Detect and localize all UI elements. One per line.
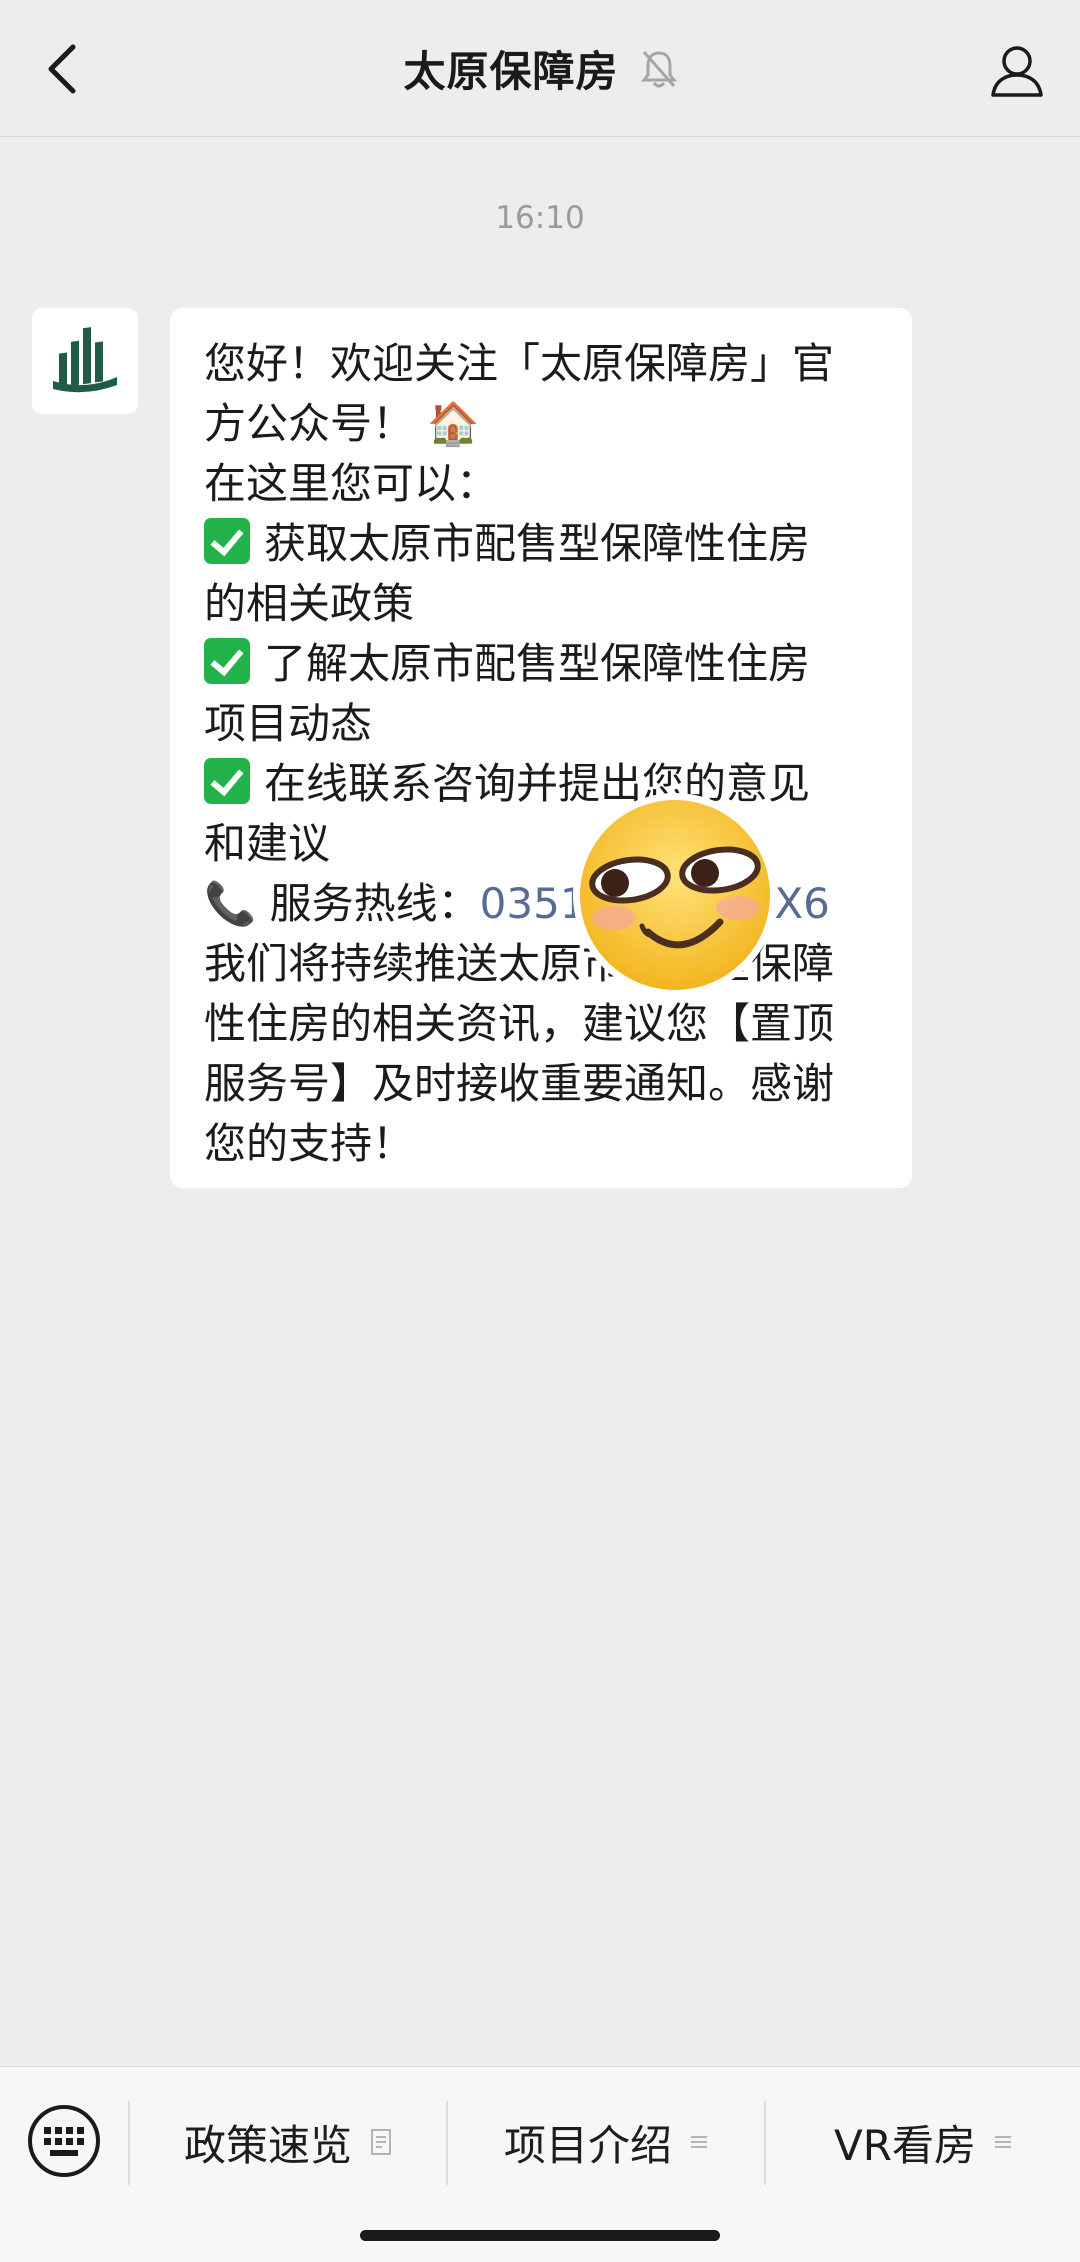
keyboard-toggle-button[interactable] [26,2103,102,2179]
person-icon [991,46,1043,97]
message-line: 了解太原市配售型保障性住房 [204,634,882,694]
message-text: 服务热线： [269,879,480,928]
bell-muted-icon [640,49,677,89]
check-mark-icon [204,758,250,804]
message-line: 您好！欢迎关注「太原保障房」官 [204,339,835,388]
message-text: 了解太原市配售型保障性住房 [264,639,811,688]
phone-emoji: 📞 [204,879,257,928]
message-text: 获取太原市配售型保障性住房 [264,519,811,568]
menu-item-policy[interactable]: 政策速览 [130,2087,446,2197]
submenu-lines-icon [690,2134,708,2150]
message-bubble: 您好！欢迎关注「太原保障房」官 方公众号！ 🏠 在这里您可以： 获取太原市配售型… [170,308,912,1188]
message-line: 服务号】及时接收重要通知。感谢 [204,1059,835,1108]
submenu-lines-icon [994,2134,1012,2150]
home-indicator[interactable] [360,2230,720,2241]
menu-item-vr[interactable]: VR看房 [766,2087,1080,2197]
keyboard-icon [28,2105,100,2177]
message-timestamp: 16:10 [495,200,585,236]
message-line: 项目动态 [204,699,373,748]
building-logo-icon [53,327,117,393]
menu-item-label: VR看房 [834,2120,976,2170]
message-line: 的相关政策 [204,579,415,628]
message-line: 方公众号！ 🏠 [204,394,882,454]
message-line: 您的支持！ [204,1119,415,1168]
message-line: 在线联系咨询并提出您的意见 [204,754,882,814]
smirk-face-sticker-icon [573,793,777,997]
message-line: 性住房的相关资讯，建议您【置顶 [204,999,835,1048]
menu-item-label: 政策速览 [183,2120,352,2170]
message-line: 和建议 [204,819,331,868]
page-title: 太原保障房 [403,47,619,96]
message-line: 我们将持续推送太原市配售型保障 [204,939,835,988]
profile-button[interactable] [982,36,1052,106]
chat-header: 太原保障房 [0,0,1080,137]
account-avatar[interactable] [32,308,138,414]
message-line: 📞 服务热线：0351-XXXXXXX6 [204,874,882,934]
check-mark-icon [204,638,250,684]
house-emoji: 🏠 [427,399,480,448]
message-text: 方公众号！ [204,399,415,448]
chevron-left-icon [48,44,76,94]
back-button[interactable] [32,34,92,104]
menu-item-label: 项目介绍 [503,2120,672,2170]
document-icon [370,2128,392,2156]
message-line: 在这里您可以： [204,459,499,508]
check-mark-icon [204,518,250,564]
menu-item-projects[interactable]: 项目介绍 [448,2087,764,2197]
message-line: 获取太原市配售型保障性住房 [204,514,882,574]
